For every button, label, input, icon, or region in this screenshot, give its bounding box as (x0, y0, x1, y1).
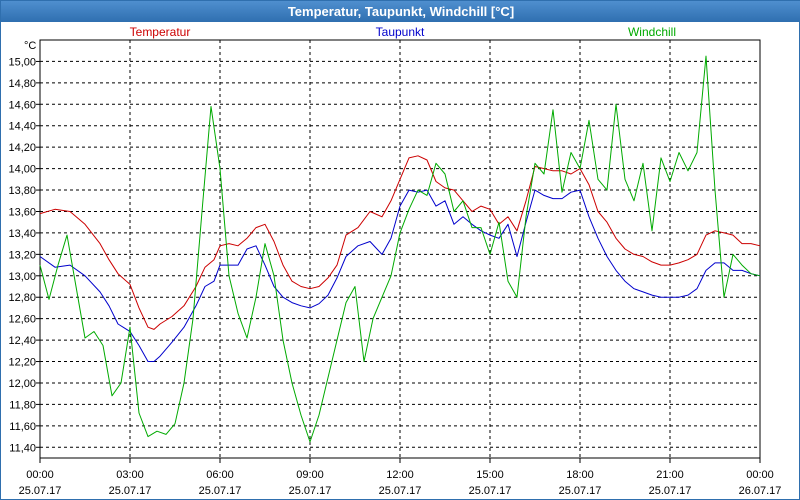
y-tick-label: 12,20 (8, 357, 36, 369)
y-tick-label: 12,40 (8, 335, 36, 347)
y-tick-label: 13,20 (8, 249, 36, 261)
x-tick-time-label: 12:00 (386, 469, 414, 481)
y-axis: 11,40 11,60 11,80 12,00 12,20 12,40 12,60 12,80… (8, 56, 40, 454)
x-tick-time-label: 03:00 (116, 469, 144, 481)
y-tick-label: 11,40 (9, 442, 36, 454)
x-tick-date-label: 25.07.17 (109, 485, 152, 497)
x-axis: 00:00 25.07.17 03:00 25.07.17 06:00 25.07.17 0… (19, 458, 782, 497)
x-tick-time-label: 00:00 (746, 469, 774, 481)
y-tick-label: 14,40 (8, 121, 36, 133)
y-tick-label: 14,60 (8, 99, 36, 111)
y-tick-label: 15,00 (8, 56, 36, 68)
legend-item-temperatur: Temperatur (130, 25, 191, 39)
y-tick-label: 11,60 (9, 421, 36, 433)
y-tick-label: 14,20 (8, 142, 36, 154)
legend-item-windchill: Windchill (628, 25, 676, 39)
x-tick-date-label: 25.07.17 (379, 485, 422, 497)
y-tick-label: 13,60 (8, 206, 36, 218)
y-tick-label: 13,80 (8, 185, 36, 197)
x-tick-date-label: 25.07.17 (289, 485, 332, 497)
x-tick-time-label: 18:00 (566, 469, 594, 481)
legend-item-taupunkt: Taupunkt (376, 25, 425, 39)
y-tick-label: 14,80 (8, 78, 36, 90)
y-tick-label: 11,80 (9, 399, 36, 411)
y-tick-label: 14,00 (8, 164, 36, 176)
line-chart: 11,40 11,60 11,80 12,00 12,20 12,40 12,60 12,80… (8, 25, 782, 497)
x-tick-time-label: 21:00 (656, 469, 684, 481)
y-tick-label: 12,80 (8, 292, 36, 304)
y-tick-label: 12,60 (8, 314, 36, 326)
x-tick-time-label: 00:00 (26, 469, 54, 481)
x-tick-time-label: 06:00 (206, 469, 234, 481)
x-tick-time-label: 09:00 (296, 469, 324, 481)
x-tick-date-label: 25.07.17 (649, 485, 692, 497)
legend: Temperatur Taupunkt Windchill (130, 25, 676, 39)
y-tick-label: 12,00 (8, 378, 36, 390)
x-tick-date-label: 26.07.17 (739, 485, 782, 497)
x-tick-date-label: 25.07.17 (199, 485, 242, 497)
x-tick-date-label: 25.07.17 (19, 485, 62, 497)
x-tick-date-label: 25.07.17 (559, 485, 602, 497)
y-tick-label: 13,00 (8, 271, 36, 283)
y-axis-label: °C (24, 40, 36, 52)
x-tick-date-label: 25.07.17 (469, 485, 512, 497)
y-tick-label: 13,40 (8, 228, 36, 240)
x-tick-time-label: 15:00 (476, 469, 504, 481)
